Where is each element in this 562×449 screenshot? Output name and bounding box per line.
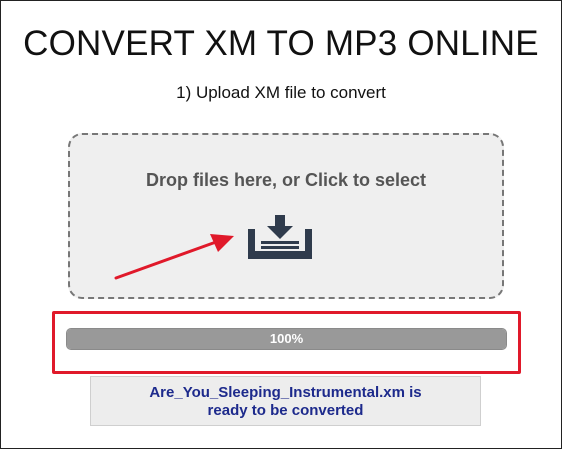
- file-dropzone[interactable]: Drop files here, or Click to select: [68, 133, 504, 299]
- upload-tray-icon: [248, 215, 312, 259]
- dropzone-label: Drop files here, or Click to select: [145, 170, 427, 190]
- status-filename-line: Are_You_Sleeping_Instrumental.xm is: [149, 384, 422, 401]
- upload-progress-bar: 100%: [66, 328, 507, 350]
- status-ready-line: ready to be converted: [207, 402, 364, 419]
- step-label: 1) Upload XM file to convert: [176, 83, 386, 102]
- page-title: CONVERT XM TO MP3 ONLINE: [23, 24, 539, 63]
- status-message-box: Are_You_Sleeping_Instrumental.xm is read…: [90, 376, 481, 426]
- progress-label: 100%: [269, 331, 304, 346]
